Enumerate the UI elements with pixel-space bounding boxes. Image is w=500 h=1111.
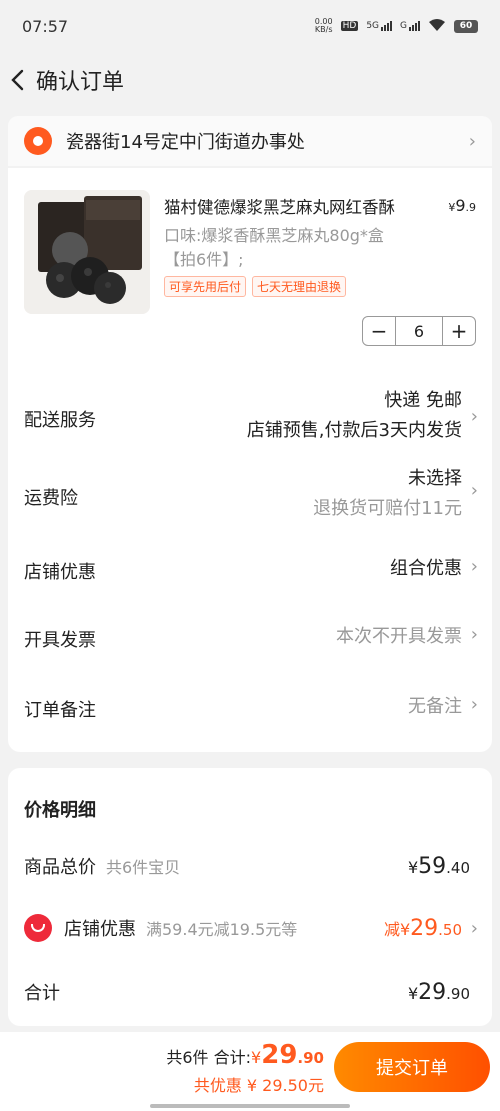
chevron-right-icon: › <box>470 406 478 427</box>
delivery-time: 店铺预售,付款后3天内发货 <box>246 420 462 441</box>
back-arrow-icon[interactable] <box>6 69 28 91</box>
service-tags: 可享先用后付 七天无理由退换 <box>164 276 347 297</box>
delivery-method: 快递 免邮 <box>384 390 462 411</box>
page-title: 确认订单 <box>36 70 125 95</box>
total-amount: ¥29.90 <box>407 979 470 1005</box>
chevron-right-icon: › <box>470 694 478 715</box>
decrease-button[interactable]: − <box>363 319 395 343</box>
goods-count: 共6件宝贝 <box>106 858 181 877</box>
shop-discount-value: 组合优惠 <box>390 558 462 579</box>
row-shipping-insurance[interactable]: 运费险 未选择 退换货可赔付11元 › <box>8 464 492 534</box>
invoice-value: 本次不开具发票 <box>336 626 462 647</box>
address-text: 瓷器街14号定中门街道办事处 <box>66 132 305 153</box>
row-order-remark[interactable]: 订单备注 无备注 › <box>8 694 492 754</box>
quantity-stepper: − 6 + <box>362 316 476 346</box>
checkout-bar: 共6件 合计:¥29.90 共优惠 ¥ 29.50元 提交订单 <box>0 1032 500 1111</box>
row-total: 合计 ¥29.90 <box>24 979 470 1005</box>
shop-icon <box>24 914 52 942</box>
status-icons: 0.00 KB/s HD 5G G 60 <box>315 18 478 35</box>
wifi-icon <box>428 18 446 35</box>
shop-discount-amount: 减¥29.50 <box>383 915 462 941</box>
order-card: 猫村健德爆浆黑芝麻丸网红香酥 ¥9.9 口味:爆浆香酥黑芝麻丸80g*盒【拍6件… <box>8 168 492 752</box>
row-delivery[interactable]: 配送服务 快递 免邮 店铺预售,付款后3天内发货 › <box>8 382 492 452</box>
product-price: ¥9.9 <box>448 196 476 215</box>
net-speed: 0.00 KB/s <box>314 17 333 34</box>
insurance-note: 退换货可赔付11元 <box>313 498 462 519</box>
price-detail-card: 价格明细 商品总价 共6件宝贝 ¥59.40 店铺优惠 满59.4元减19.5元… <box>8 768 492 1026</box>
nav-bar: 确认订单 <box>0 52 500 108</box>
row-shop-discount[interactable]: 店铺优惠 组合优惠 › <box>8 554 492 614</box>
chevron-right-icon: › <box>470 556 478 577</box>
product-spec[interactable]: 口味:爆浆香酥黑芝麻丸80g*盒【拍6件】; <box>164 224 414 272</box>
signal-5g-icon: 5G <box>366 21 393 31</box>
submit-order-button[interactable]: 提交订单 <box>334 1042 490 1092</box>
product-title[interactable]: 猫村健德爆浆黑芝麻丸网红香酥 <box>164 194 395 218</box>
shop-discount-note: 满59.4元减19.5元等 <box>146 920 298 939</box>
location-pin-icon <box>24 127 52 155</box>
chevron-right-icon: › <box>470 480 478 501</box>
tag-seven-day-return: 七天无理由退换 <box>252 276 347 297</box>
row-invoice[interactable]: 开具发票 本次不开具发票 › <box>8 624 492 684</box>
chevron-right-icon: › <box>468 130 476 152</box>
product-image[interactable] <box>24 190 150 314</box>
address-selector[interactable]: 瓷器街14号定中门街道办事处 › <box>8 116 492 166</box>
signal-g-icon: G <box>400 21 420 31</box>
goods-total-amount: ¥59.40 <box>407 853 470 879</box>
quantity-input[interactable]: 6 <box>395 317 443 345</box>
chevron-right-icon: › <box>470 917 478 939</box>
price-detail-title: 价格明细 <box>24 800 96 821</box>
battery-icon: 60 <box>454 19 478 33</box>
home-indicator[interactable] <box>150 1104 350 1108</box>
status-bar: 07:57 0.00 KB/s HD 5G G 60 <box>0 0 500 52</box>
chevron-right-icon: › <box>470 624 478 645</box>
remark-value: 无备注 <box>408 696 462 717</box>
row-goods-total: 商品总价 共6件宝贝 ¥59.40 <box>24 853 470 879</box>
tag-pay-later: 可享先用后付 <box>164 276 247 297</box>
row-shop-discount-detail[interactable]: 店铺优惠 满59.4元减19.5元等 减¥29.50 › <box>8 908 492 948</box>
clock: 07:57 <box>22 16 69 36</box>
increase-button[interactable]: + <box>443 319 475 343</box>
insurance-status: 未选择 <box>408 468 462 489</box>
hd-icon: HD <box>340 21 359 31</box>
checkout-total: 共6件 合计:¥29.90 <box>166 1040 324 1070</box>
checkout-savings: 共优惠 ¥ 29.50元 <box>193 1076 324 1095</box>
